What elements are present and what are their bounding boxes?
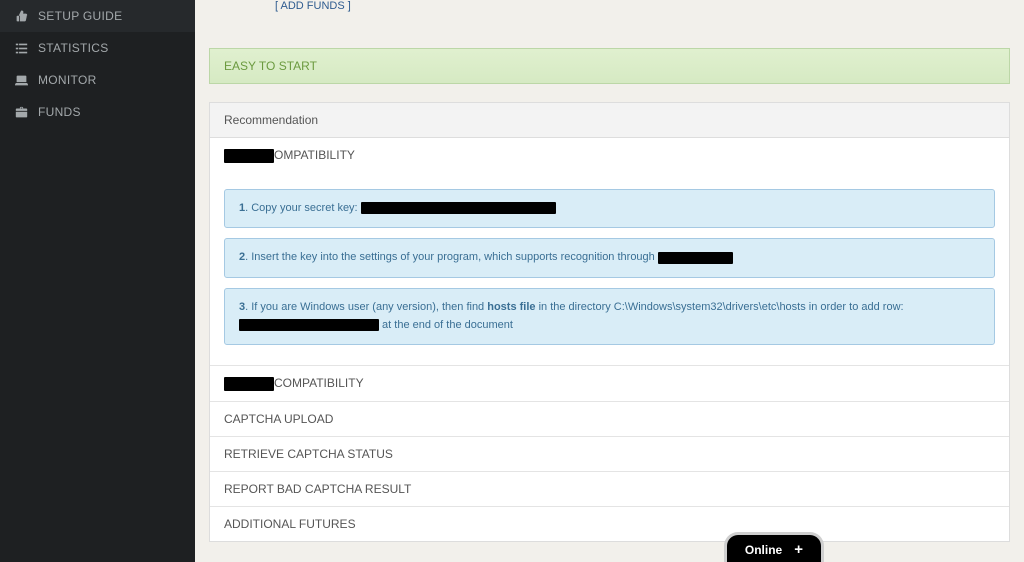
accordion-header[interactable]: COMPATIBILITY <box>210 366 1009 401</box>
chat-label: Online <box>745 543 782 557</box>
easy-to-start-banner: EASY TO START <box>209 48 1010 84</box>
accordion-header[interactable]: CAPTCHA UPLOAD <box>210 402 1009 436</box>
tip-text: in the directory C:\Windows\system32\dri… <box>536 301 904 313</box>
accordion-item-additional-futures: ADDITIONAL FUTURES <box>210 507 1009 541</box>
redacted-secret-key <box>361 202 556 214</box>
accordion-item-captcha-upload: CAPTCHA UPLOAD <box>210 402 1009 437</box>
accordion-header[interactable]: OMPATIBILITY <box>210 138 1009 173</box>
sidebar-item-funds[interactable]: FUNDS <box>0 96 195 128</box>
list-icon <box>14 42 28 55</box>
accordion-header[interactable]: ADDITIONAL FUTURES <box>210 507 1009 541</box>
redacted-text <box>224 377 274 391</box>
accordion-title: RETRIEVE CAPTCHA STATUS <box>224 447 393 461</box>
tip-text: . If you are Windows user (any version),… <box>245 301 487 313</box>
briefcase-icon <box>14 106 28 119</box>
accordion-title: COMPATIBILITY <box>274 376 364 390</box>
thumbs-up-icon <box>14 10 28 23</box>
accordion-header[interactable]: RETRIEVE CAPTCHA STATUS <box>210 437 1009 471</box>
accordion-title: REPORT BAD CAPTCHA RESULT <box>224 482 411 496</box>
tip-text: . Copy your secret key: <box>245 202 361 214</box>
banner-text: EASY TO START <box>224 59 317 73</box>
tip-3: 3. If you are Windows user (any version)… <box>224 288 995 345</box>
panel-header: Recommendation <box>210 103 1009 138</box>
laptop-icon <box>14 74 28 87</box>
sidebar-item-setup-guide[interactable]: SETUP GUIDE <box>0 0 195 32</box>
accordion-title: OMPATIBILITY <box>274 148 355 162</box>
tip-text: at the end of the document <box>379 319 513 331</box>
sidebar: SETUP GUIDE STATISTICS MONITOR FUNDS <box>0 0 195 562</box>
accordion-title: ADDITIONAL FUTURES <box>224 517 356 531</box>
sidebar-item-label: SETUP GUIDE <box>38 9 122 23</box>
sidebar-item-label: STATISTICS <box>38 41 109 55</box>
sidebar-item-label: MONITOR <box>38 73 97 87</box>
tip-2: 2. Insert the key into the settings of y… <box>224 238 995 278</box>
accordion-item-retrieve-status: RETRIEVE CAPTCHA STATUS <box>210 437 1009 472</box>
recommendation-panel: Recommendation OMPATIBILITY 1. Copy your… <box>209 102 1010 542</box>
add-funds-link[interactable]: [ ADD FUNDS ] <box>275 0 351 12</box>
topbar: [ ADD FUNDS ] <box>209 0 1010 28</box>
accordion-title: CAPTCHA UPLOAD <box>224 412 333 426</box>
tip-1: 1. Copy your secret key: <box>224 189 995 229</box>
chat-widget[interactable]: Online + <box>724 532 824 562</box>
sidebar-item-statistics[interactable]: STATISTICS <box>0 32 195 64</box>
tip-bold: hosts file <box>487 301 535 313</box>
redacted-host-row <box>239 319 379 331</box>
main-content: [ ADD FUNDS ] EASY TO START Recommendati… <box>195 0 1024 562</box>
accordion-item-compatibility-1: OMPATIBILITY 1. Copy your secret key: 2.… <box>210 138 1009 366</box>
accordion-body: 1. Copy your secret key: 2. Insert the k… <box>210 173 1009 365</box>
tip-text: . Insert the key into the settings of yo… <box>245 251 658 263</box>
sidebar-item-label: FUNDS <box>38 105 81 119</box>
accordion-item-compatibility-2: COMPATIBILITY <box>210 366 1009 402</box>
sidebar-item-monitor[interactable]: MONITOR <box>0 64 195 96</box>
redacted-service-name <box>658 252 733 264</box>
accordion-item-report-bad: REPORT BAD CAPTCHA RESULT <box>210 472 1009 507</box>
redacted-text <box>224 149 274 163</box>
accordion-header[interactable]: REPORT BAD CAPTCHA RESULT <box>210 472 1009 506</box>
plus-icon: + <box>794 541 803 558</box>
